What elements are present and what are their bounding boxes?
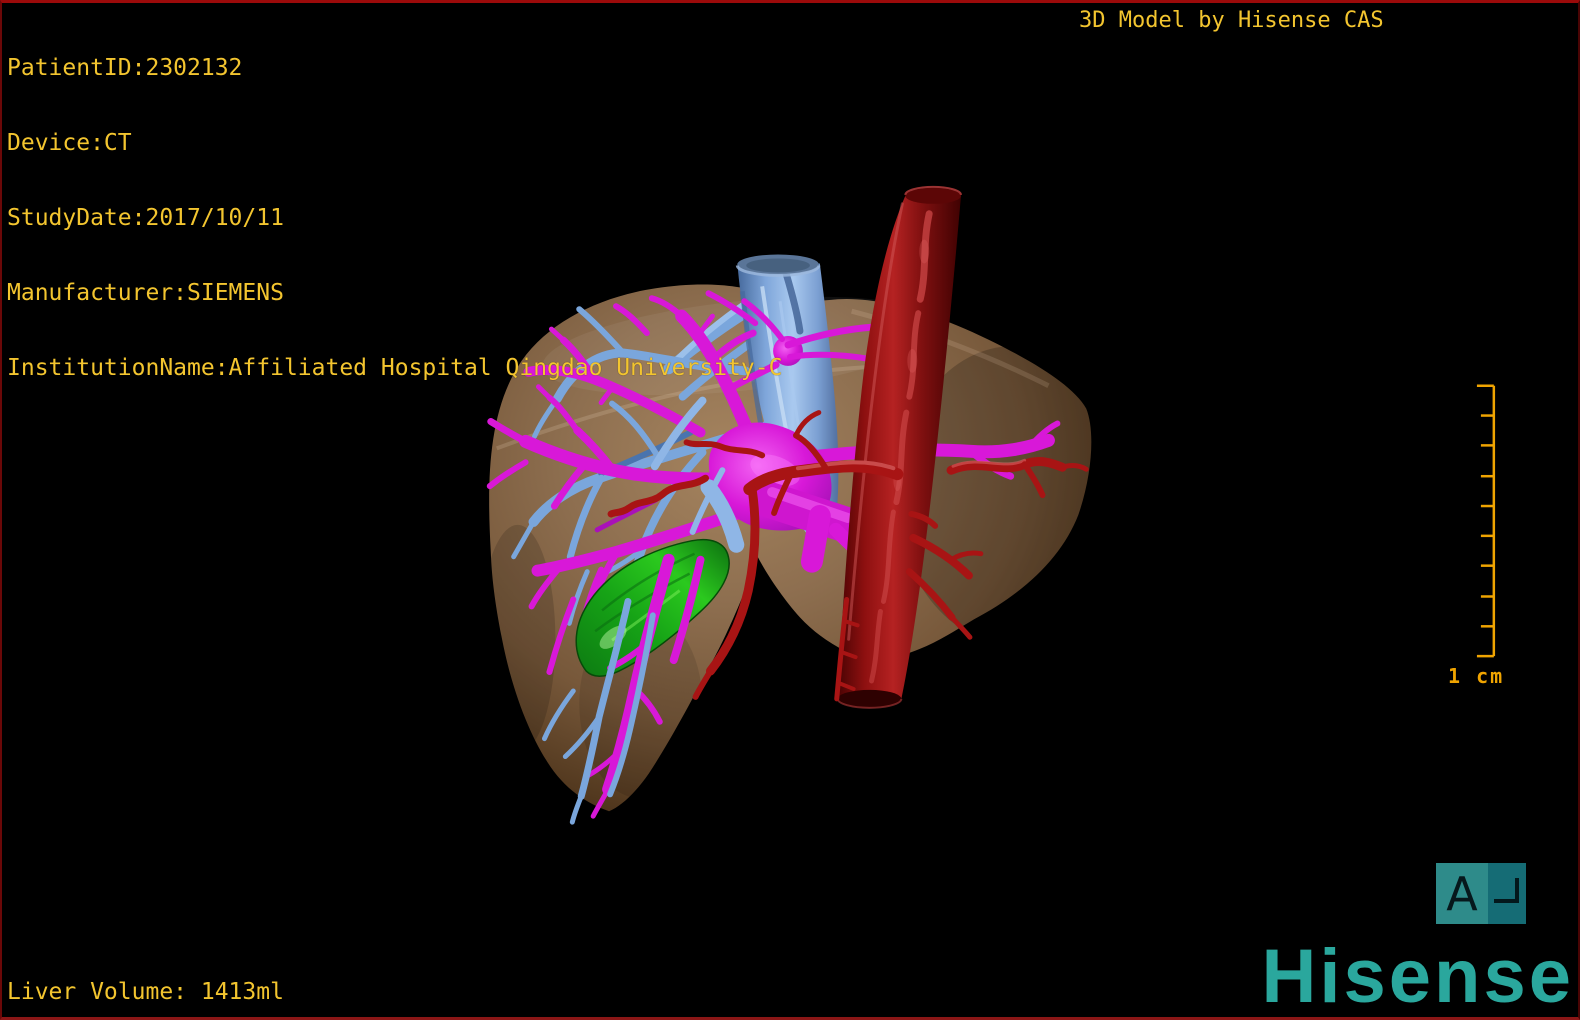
scale-label: 1 cm (1448, 664, 1505, 688)
watermark-title: 3D Model by Hisense CAS (1079, 8, 1384, 33)
orientation-marker[interactable]: A (1436, 863, 1526, 924)
patient-info: PatientID:2302132 Device:CT StudyDate:20… (7, 6, 782, 431)
study-date-line: StudyDate:2017/10/11 (7, 205, 284, 231)
patient-id-line: PatientID:2302132 (7, 55, 243, 81)
orientation-letter: A (1446, 866, 1478, 921)
orientation-face-side (1488, 863, 1526, 924)
scale-ruler (1476, 384, 1496, 658)
orientation-face-anterior: A (1436, 863, 1488, 924)
viewer-window: PatientID:2302132 Device:CT StudyDate:20… (0, 0, 1580, 1020)
corner-bracket-icon (1494, 878, 1519, 903)
hisense-logo: Hisense (1261, 933, 1574, 1019)
device-line: Device:CT (7, 130, 132, 156)
institution-line: InstitutionName:Affiliated Hospital Qing… (7, 355, 783, 381)
liver-volume-label: Liver Volume: 1413ml (7, 979, 284, 1005)
manufacturer-line: Manufacturer:SIEMENS (7, 280, 284, 306)
